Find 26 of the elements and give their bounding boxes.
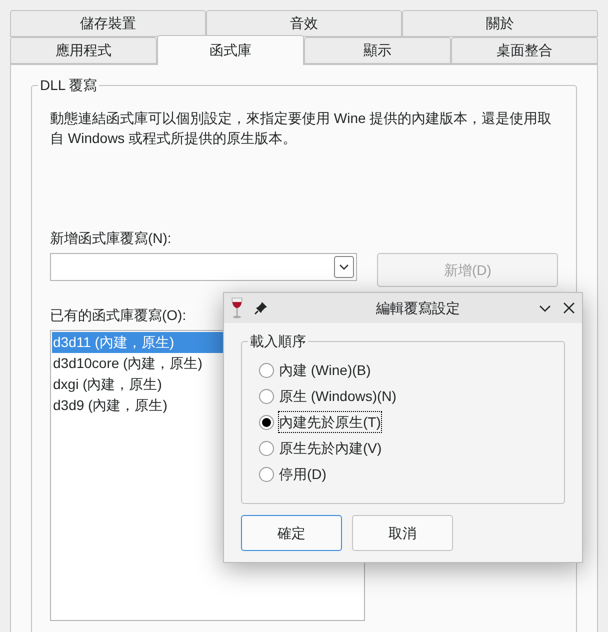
radio-button[interactable] <box>259 440 274 456</box>
tab[interactable]: 儲存裝置 <box>10 10 206 37</box>
radio-button[interactable] <box>259 362 274 378</box>
tab[interactable]: 顯示 <box>304 37 451 64</box>
tab[interactable]: 函式庫 <box>157 35 304 65</box>
description-text: 動態連結函式庫可以個別設定，來指定要使用 Wine 提供的內建版本，還是使用取自 Windows 或程式所提供的原生版本。 <box>50 109 553 148</box>
radio-button[interactable] <box>259 414 274 430</box>
tab[interactable]: 音效 <box>206 10 402 37</box>
group-title: 載入順序 <box>248 331 308 351</box>
dialog-button[interactable]: 取消 <box>352 515 453 551</box>
close-icon[interactable] <box>562 301 576 315</box>
field-label: 已有的函式庫覆寫(O): <box>50 307 186 323</box>
tab[interactable]: 關於 <box>402 10 598 37</box>
chevron-down-icon <box>334 256 354 278</box>
tab[interactable]: 應用程式 <box>10 37 157 64</box>
radio-button[interactable] <box>259 388 274 404</box>
radio-label[interactable]: 停用(D) <box>279 464 326 484</box>
library-combo-box[interactable] <box>50 253 358 281</box>
wine-glass-icon <box>230 297 244 319</box>
radio-button[interactable] <box>259 466 274 482</box>
field-label: 新增函式庫覆寫(N): <box>50 230 172 246</box>
dialog-button[interactable]: 確定 <box>241 515 342 551</box>
pin-icon[interactable] <box>254 301 268 315</box>
tab[interactable]: 桌面整合 <box>451 37 598 64</box>
group-title: DLL 覆寫 <box>38 75 100 95</box>
dialog-title: 編輯覆寫設定 <box>375 298 461 318</box>
